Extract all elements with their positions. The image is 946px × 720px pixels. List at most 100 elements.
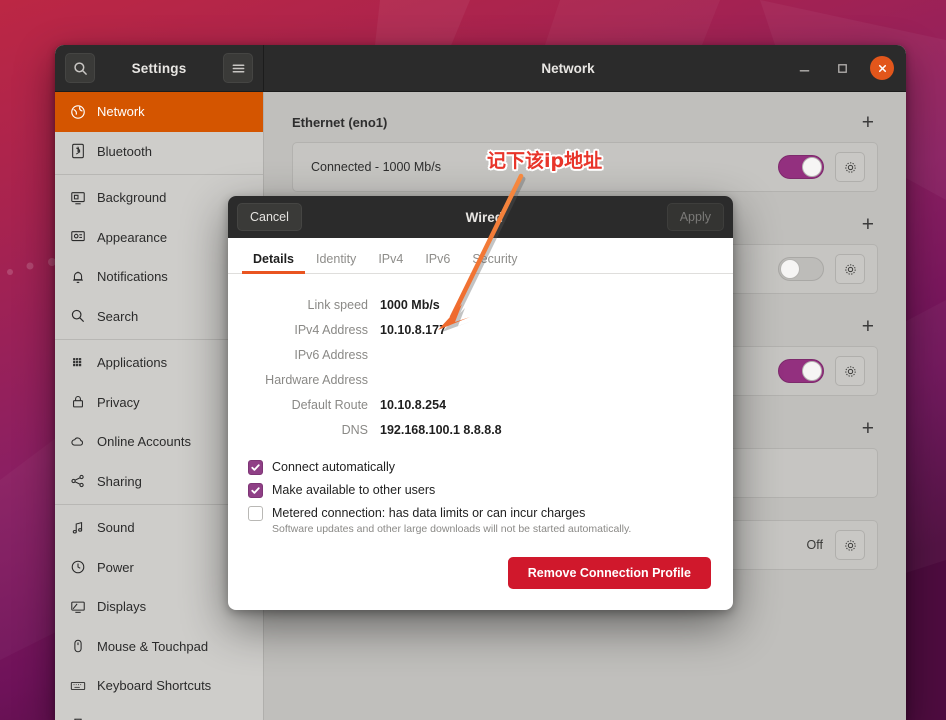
gear-icon[interactable] [835, 356, 865, 386]
sidebar-item-label: Mouse & Touchpad [97, 638, 209, 654]
detail-row-ipv6-address: IPv6 Address [248, 342, 713, 367]
dialog-body: Link speed 1000 Mb/s IPv4 Address 10.10.… [228, 274, 733, 535]
section-header: Ethernet (eno1) + [292, 112, 878, 133]
connection-status-label: Connected - 1000 Mb/s [311, 160, 441, 174]
detail-value: 1000 Mb/s [380, 297, 440, 312]
bluetooth-icon [69, 143, 86, 160]
checkbox-row-connect-automatically[interactable]: Connect automatically [248, 459, 713, 476]
power-icon [69, 559, 86, 576]
grid-dots-icon [69, 354, 86, 371]
dialog-header: Cancel Wired Apply [228, 196, 733, 238]
sidebar-item-printers[interactable]: Printers [55, 706, 263, 720]
app-title: Settings [131, 60, 187, 76]
plus-icon[interactable]: + [858, 316, 878, 337]
hamburger-menu-icon[interactable] [223, 53, 253, 83]
lock-icon [69, 394, 86, 411]
connection-toggle[interactable] [778, 359, 824, 383]
sidebar-item-label: Sound [97, 520, 135, 536]
plus-icon[interactable]: + [858, 418, 878, 439]
sidebar-divider [55, 174, 263, 175]
checkbox-metered-connection[interactable] [248, 506, 263, 521]
search-icon [69, 308, 86, 325]
wallpaper-icon [69, 189, 86, 206]
detail-row-default-route: Default Route 10.10.8.254 [248, 392, 713, 417]
window-titlebar: Settings Network [55, 45, 906, 92]
wired-connection-dialog: Cancel Wired Apply Details Identity IPv4… [228, 196, 733, 610]
tab-security[interactable]: Security [461, 252, 528, 273]
checkbox-connect-automatically[interactable] [248, 460, 263, 475]
window-header-right: Network [264, 45, 906, 91]
detail-label: DNS [341, 422, 368, 437]
cancel-button[interactable]: Cancel [237, 203, 302, 231]
mouse-icon [69, 638, 86, 655]
sidebar-item-keyboard-shortcuts[interactable]: Keyboard Shortcuts [55, 666, 263, 706]
tab-identity[interactable]: Identity [305, 252, 367, 273]
music-note-icon [69, 519, 86, 536]
detail-label: Hardware Address [265, 372, 368, 387]
network-section: Ethernet (eno1) + Connected - 1000 Mb/s [292, 112, 878, 192]
sidebar-item-bluetooth[interactable]: Bluetooth [55, 132, 263, 172]
detail-value: 192.168.100.1 8.8.8.8 [380, 422, 502, 437]
sidebar-item-label: Notifications [97, 269, 168, 285]
sidebar-item-label: Network [97, 104, 145, 120]
sidebar-item-label: Sharing [97, 473, 142, 489]
detail-label: Link speed [307, 297, 368, 312]
plus-icon[interactable]: + [858, 214, 878, 235]
checkbox-row-make-available[interactable]: Make available to other users [248, 482, 713, 499]
sidebar-item-label: Keyboard Shortcuts [97, 678, 212, 694]
sidebar-item-label: Appearance [97, 229, 168, 245]
sidebar-item-network[interactable]: Network [55, 92, 263, 132]
dialog-title: Wired [465, 209, 504, 225]
appearance-icon [69, 229, 86, 246]
detail-label: IPv6 Address [294, 347, 368, 362]
checkbox-make-available-to-other-users[interactable] [248, 483, 263, 498]
close-icon[interactable] [870, 56, 894, 80]
maximize-icon[interactable] [832, 58, 852, 78]
keyboard-icon [69, 677, 86, 694]
gear-icon[interactable] [835, 152, 865, 182]
dialog-footer: Remove Connection Profile [228, 536, 733, 610]
checkbox-label: Connect automatically [272, 460, 395, 474]
sidebar-item-label: Search [97, 308, 139, 324]
remove-connection-profile-button[interactable]: Remove Connection Profile [507, 557, 711, 589]
apply-button[interactable]: Apply [666, 203, 724, 231]
gear-icon[interactable] [835, 530, 865, 560]
sidebar-item-label: Power [97, 559, 134, 575]
sidebar-item-mouse-touchpad[interactable]: Mouse & Touchpad [55, 627, 263, 667]
status-badge: Off [806, 538, 823, 552]
tab-ipv6[interactable]: IPv6 [414, 252, 461, 273]
gear-icon[interactable] [835, 254, 865, 284]
detail-label: Default Route [291, 397, 368, 412]
detail-row-dns: DNS 192.168.100.1 8.8.8.8 [248, 417, 713, 442]
checkbox-sublabel: Software updates and other large downloa… [272, 523, 632, 535]
detail-value: 10.10.8.177 [380, 322, 447, 337]
sidebar-item-label: Privacy [97, 394, 140, 410]
detail-label: IPv4 Address [294, 322, 368, 337]
checkbox-label: Metered connection: has data limits or c… [272, 506, 586, 520]
page-title: Network [541, 60, 595, 76]
window-controls [794, 56, 894, 80]
detail-value: 10.10.8.254 [380, 397, 447, 412]
plus-icon[interactable]: + [858, 112, 878, 133]
sidebar-item-label: Applications [97, 355, 168, 371]
connection-toggle[interactable] [778, 257, 824, 281]
globe-icon [69, 103, 86, 120]
detail-row-ipv4-address: IPv4 Address 10.10.8.177 [248, 317, 713, 342]
sidebar-item-label: Displays [97, 599, 147, 615]
sidebar-item-label: Bluetooth [97, 143, 152, 159]
detail-row-hardware-address: Hardware Address [248, 367, 713, 392]
network-row: Connected - 1000 Mb/s [292, 142, 878, 192]
connection-toggle[interactable] [778, 155, 824, 179]
dialog-tabs: Details Identity IPv4 IPv6 Security [228, 238, 733, 274]
sidebar-item-label: Background [97, 190, 167, 206]
minimize-icon[interactable] [794, 58, 814, 78]
tab-ipv4[interactable]: IPv4 [367, 252, 414, 273]
display-icon [69, 598, 86, 615]
checkbox-row-metered-connection[interactable]: Metered connection: has data limits or c… [248, 505, 713, 535]
tab-details[interactable]: Details [242, 252, 305, 274]
section-title: Ethernet (eno1) [292, 115, 388, 130]
checkbox-label: Make available to other users [272, 483, 436, 497]
search-icon[interactable] [65, 53, 95, 83]
detail-row-link-speed: Link speed 1000 Mb/s [248, 292, 713, 317]
sidebar-item-label: Online Accounts [97, 434, 191, 450]
